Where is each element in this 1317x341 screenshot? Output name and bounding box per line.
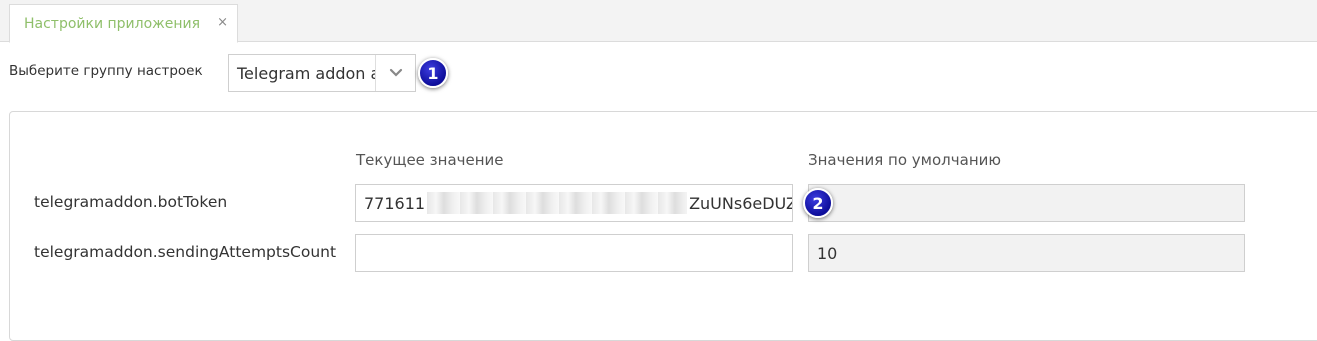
tab-label: Настройки приложения — [24, 15, 201, 32]
settings-group-select[interactable]: Telegram addon a — [228, 54, 416, 92]
sending-attempts-default: 10 — [808, 234, 1245, 272]
column-header-current: Текущее значение — [356, 151, 504, 169]
tab-bar: Настройки приложения × — [0, 0, 1317, 43]
tab-app-settings[interactable]: Настройки приложения × — [9, 4, 238, 43]
settings-panel — [9, 111, 1317, 341]
sending-attempts-input[interactable] — [355, 234, 793, 272]
token-suffix: ZuUNs6eDUZ — [689, 193, 793, 213]
chevron-down-icon[interactable] — [375, 55, 415, 91]
callout-badge-2: 2 — [803, 188, 833, 218]
column-header-default: Значения по умолчанию — [808, 151, 1002, 169]
redacted-token-blur — [427, 192, 688, 214]
setting-key-bot-token: telegramaddon.botToken — [34, 193, 228, 211]
settings-group-label: Выберите группу настроек — [9, 63, 203, 79]
close-icon[interactable]: × — [217, 15, 228, 30]
callout-badge-1: 1 — [418, 58, 448, 88]
bot-token-input[interactable]: 771611 ZuUNs6eDUZ — [355, 184, 793, 222]
token-prefix: 771611 — [364, 193, 426, 213]
settings-group-value: Telegram addon a — [237, 63, 375, 83]
bot-token-default — [808, 184, 1245, 222]
setting-key-sending-attempts: telegramaddon.sendingAttemptsCount — [34, 243, 337, 261]
